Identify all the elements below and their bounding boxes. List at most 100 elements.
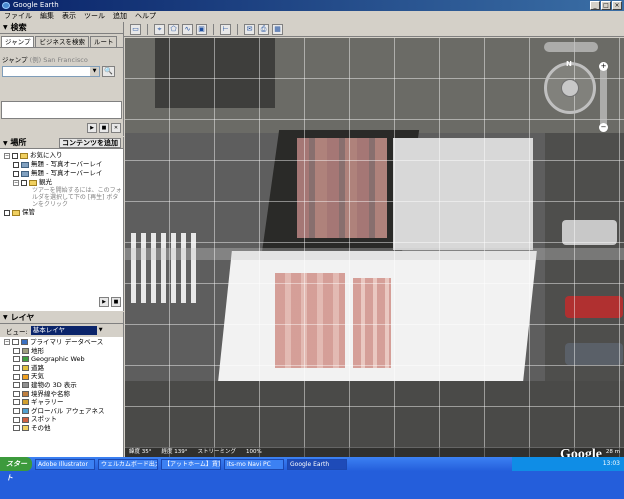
- task-illustrator[interactable]: Adobe Illustrator: [35, 458, 95, 470]
- email-icon[interactable]: ✉: [244, 23, 255, 35]
- layer-item-borders[interactable]: 境界線や名称: [4, 390, 123, 399]
- layer-item-weather[interactable]: 天気: [4, 372, 123, 381]
- compass-north: N: [566, 60, 572, 68]
- layers-header[interactable]: ▼ レイヤ: [0, 312, 123, 324]
- checkbox[interactable]: [13, 373, 20, 380]
- placemark-icon[interactable]: ⌖: [154, 23, 165, 35]
- menu-help[interactable]: ヘルプ: [135, 11, 156, 22]
- sidebar-toggle-icon[interactable]: ▭: [130, 23, 141, 35]
- folder-icon: [22, 425, 29, 432]
- collapse-triangle-icon: ▼: [3, 23, 8, 31]
- search-header[interactable]: ▼ 検索: [0, 22, 123, 34]
- layer-item-label: プライマリ データベース: [30, 338, 104, 346]
- tree-item-sightseeing[interactable]: − 観光: [4, 178, 123, 187]
- dropdown-arrow-icon[interactable]: ▼: [90, 67, 99, 76]
- layer-item-geographic-web[interactable]: Geographic Web: [4, 355, 123, 364]
- checkbox[interactable]: [21, 179, 27, 186]
- layer-item-3d-buildings[interactable]: 建物の 3D 表示: [4, 381, 123, 390]
- layer-item-label: ギャラリー: [31, 398, 64, 407]
- tab-route[interactable]: ルート: [89, 36, 118, 47]
- layer-item-other[interactable]: その他: [4, 424, 123, 433]
- checkbox[interactable]: [13, 347, 20, 354]
- layer-item-roads[interactable]: 道路: [4, 364, 123, 373]
- search-button[interactable]: 🔍: [102, 66, 115, 77]
- longitude-readout: 経度 139°: [161, 449, 188, 455]
- task-google-earth[interactable]: Google Earth: [287, 458, 347, 470]
- checkbox[interactable]: [13, 399, 20, 406]
- print-icon[interactable]: ⎙: [258, 23, 269, 35]
- move-joystick[interactable]: [561, 79, 579, 97]
- layer-item-primary-db[interactable]: − プライマリ データベース: [4, 338, 123, 347]
- search-tabs: ジャンプ ビジネスを検索 ルート: [0, 36, 123, 48]
- minimize-button[interactable]: _: [590, 1, 600, 10]
- task-athome[interactable]: 【アットホーム】賃貸一戸...: [161, 458, 221, 470]
- checkbox[interactable]: [13, 365, 20, 372]
- tree-item-overlay-2[interactable]: 無題 - 写真オーバーレイ: [4, 169, 123, 178]
- layer-view-select[interactable]: 基本レイヤ ▼: [30, 326, 105, 335]
- toolbar-separator: [213, 23, 214, 35]
- zoom-out-icon[interactable]: −: [599, 123, 608, 132]
- task-itsmo-navi[interactable]: its-mo Navi PC: [224, 458, 284, 470]
- weather-icon: [22, 373, 29, 380]
- jump-input[interactable]: ▼: [2, 66, 100, 77]
- stop-icon[interactable]: ■: [111, 297, 121, 307]
- checkbox[interactable]: [4, 209, 10, 216]
- tree-item-label: お気に入り: [30, 151, 63, 159]
- checkbox[interactable]: [13, 416, 20, 423]
- checkbox[interactable]: [13, 408, 20, 415]
- search-results[interactable]: [1, 101, 122, 119]
- places-title-wrap[interactable]: ▼ 場所: [3, 137, 26, 148]
- ruler-icon[interactable]: ⊢: [220, 23, 231, 35]
- tree-item-overlay-1[interactable]: 無題 - 写真オーバーレイ: [4, 160, 123, 169]
- checkbox[interactable]: [12, 339, 19, 346]
- overlay-icon[interactable]: ▣: [196, 23, 207, 35]
- tab-business-search[interactable]: ビジネスを検索: [35, 36, 89, 47]
- checkbox[interactable]: [13, 425, 20, 432]
- layer-item-terrain[interactable]: 地形: [4, 347, 123, 356]
- map-view-icon[interactable]: ▦: [272, 23, 283, 35]
- menu-tools[interactable]: ツール: [84, 11, 105, 22]
- checkbox[interactable]: [13, 382, 20, 389]
- maximize-button[interactable]: □: [601, 1, 611, 10]
- stop-icon[interactable]: ■: [99, 123, 109, 133]
- tab-jump[interactable]: ジャンプ: [1, 36, 35, 47]
- zoom-slider[interactable]: + −: [599, 62, 608, 132]
- task-welcome-board[interactable]: ウェルカムボード出力の作...: [98, 458, 158, 470]
- add-content-button[interactable]: コンテンツを追加: [59, 137, 121, 148]
- geoweb-icon: [22, 356, 29, 363]
- search-title: 検索: [10, 22, 27, 32]
- dropdown-arrow-icon[interactable]: ▼: [96, 326, 105, 335]
- places-header: ▼ 場所 コンテンツを追加: [0, 137, 123, 149]
- tree-item-favorites[interactable]: − お気に入り: [4, 151, 123, 160]
- close-icon[interactable]: ✕: [111, 123, 121, 133]
- layer-item-gallery[interactable]: ギャラリー: [4, 398, 123, 407]
- checkbox[interactable]: [13, 161, 19, 168]
- system-tray-clock[interactable]: 13:03: [512, 457, 624, 471]
- checkbox[interactable]: [13, 356, 20, 363]
- close-button[interactable]: ×: [612, 1, 622, 10]
- checkbox[interactable]: [13, 390, 20, 397]
- zoom-in-icon[interactable]: +: [599, 62, 608, 71]
- jump-label-text: ジャンプ: [2, 56, 28, 64]
- checkbox[interactable]: [12, 152, 18, 159]
- expand-icon[interactable]: −: [4, 339, 10, 346]
- start-button[interactable]: スタート: [0, 457, 32, 482]
- play-icon[interactable]: ▶: [99, 297, 109, 307]
- layers-title: レイヤ: [10, 312, 35, 322]
- polygon-icon[interactable]: ⬠: [168, 23, 179, 35]
- tree-item-label: 無題 - 写真オーバーレイ: [31, 169, 103, 177]
- tilt-slider[interactable]: [544, 42, 598, 52]
- layer-item-global-awareness[interactable]: グローバル アウェアネス: [4, 407, 123, 416]
- play-icon[interactable]: ▶: [87, 123, 97, 133]
- tree-item-storage[interactable]: 保管: [4, 208, 123, 217]
- menu-file[interactable]: ファイル: [4, 11, 32, 22]
- checkbox[interactable]: [13, 170, 19, 177]
- menu-edit[interactable]: 編集: [40, 11, 54, 22]
- expand-icon[interactable]: −: [13, 179, 19, 186]
- layer-item-spots[interactable]: スポット: [4, 415, 123, 424]
- menu-add[interactable]: 追加: [113, 11, 127, 22]
- expand-icon[interactable]: −: [4, 152, 10, 159]
- menu-view[interactable]: 表示: [62, 11, 76, 22]
- path-icon[interactable]: ∿: [182, 23, 193, 35]
- navigation-control[interactable]: N + −: [540, 38, 608, 133]
